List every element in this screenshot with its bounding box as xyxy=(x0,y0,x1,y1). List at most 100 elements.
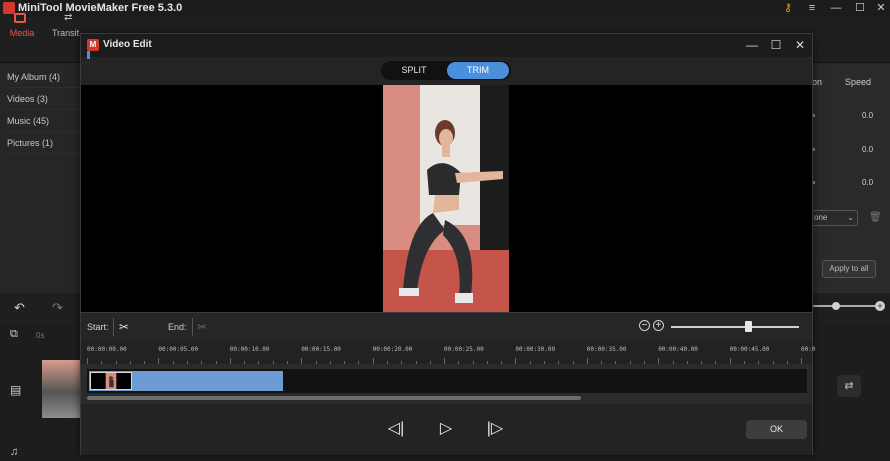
zoom-out-icon[interactable]: − xyxy=(639,320,650,331)
horizontal-scrollbar[interactable] xyxy=(87,396,581,400)
ruler-tick xyxy=(586,358,588,364)
ruler-tick xyxy=(301,358,303,364)
ruler-tick xyxy=(358,361,360,364)
ruler-tick xyxy=(401,361,403,364)
scissors-icon[interactable]: ✂ xyxy=(117,320,131,334)
ruler-tick xyxy=(729,358,731,364)
ruler-tick xyxy=(444,358,445,364)
ruler-tick-label: 00:00:45.00 xyxy=(729,346,770,353)
key-icon[interactable]: ⚷ xyxy=(781,1,795,15)
ruler-tick xyxy=(501,361,503,364)
ruler-tick xyxy=(115,361,117,364)
ruler-tick xyxy=(701,361,703,364)
transition-slot-icon[interactable]: ⇄ xyxy=(837,375,861,397)
ruler-tick xyxy=(344,361,346,364)
ruler-tick xyxy=(515,358,517,364)
video-edit-dialog: M Video Edit — ☐ ✕ SPLIT TRIM Start: ✂ E… xyxy=(80,33,815,455)
redo-icon[interactable]: ↷ xyxy=(52,300,63,316)
tab-speed[interactable]: Speed xyxy=(845,77,871,87)
maximize-icon[interactable]: ☐ xyxy=(769,38,783,52)
ruler-tick xyxy=(801,358,802,364)
ruler-tick xyxy=(101,361,103,364)
ruler-tick xyxy=(529,361,531,364)
video-frame-image xyxy=(383,85,509,312)
tab-partial[interactable]: on xyxy=(812,77,822,87)
minimize-icon[interactable]: — xyxy=(829,1,843,15)
time-ruler: 00:00:00.00 00:00:05.00 00:00:10.00 00:00:1… xyxy=(81,340,815,364)
ruler-tick xyxy=(472,361,474,364)
maximize-icon[interactable]: ☐ xyxy=(853,1,867,15)
ruler-tick-label: 00:00:15.00 xyxy=(301,346,341,353)
menu-icon[interactable]: ≡ xyxy=(805,1,819,15)
minimize-icon[interactable]: — xyxy=(745,38,759,52)
ruler-tick-label: 00:00:30.00 xyxy=(515,346,556,353)
ruler-tick xyxy=(258,361,260,364)
filter-select[interactable]: one ⌄ xyxy=(812,210,858,226)
playback-controls: ◁| ▷ |▷ OK xyxy=(81,404,812,455)
trim-controls: Start: ✂ End: ✂ − + xyxy=(81,312,812,340)
zoom-in-icon[interactable]: + xyxy=(653,320,664,331)
play-icon[interactable]: ▷ xyxy=(435,418,457,440)
app-window: MiniTool MovieMaker Free 5.3.0 ⚷ ≡ — ☐ ✕… xyxy=(0,0,890,461)
chevron-down-icon: ⌄ xyxy=(847,213,854,222)
ruler-tick xyxy=(672,361,674,364)
ruler-tick xyxy=(415,361,417,364)
ruler-tick xyxy=(158,358,160,364)
tab-transition[interactable]: Transit xyxy=(52,28,79,38)
ruler-tick xyxy=(715,361,717,364)
video-track-icon: ▤ xyxy=(10,383,22,397)
ruler-tick xyxy=(329,361,331,364)
sidebar-item-pictures[interactable]: Pictures (1) xyxy=(7,138,79,154)
playhead[interactable] xyxy=(87,51,90,59)
apply-to-all-button[interactable]: Apply to all xyxy=(822,260,876,278)
ok-button[interactable]: OK xyxy=(746,420,807,439)
ruler-tick xyxy=(372,358,374,364)
ruler-tick xyxy=(215,361,217,364)
video-preview xyxy=(81,85,812,312)
zoom-slider-thumb[interactable] xyxy=(744,321,752,332)
ruler-tick xyxy=(758,361,760,364)
timeline-time-label: 0s xyxy=(36,331,45,340)
trash-icon[interactable]: 🗑 xyxy=(869,212,882,223)
add-track-icon[interactable]: ⧉ xyxy=(10,328,18,341)
ruler-tick xyxy=(229,358,231,364)
end-label: End: xyxy=(168,322,187,332)
ruler-tick xyxy=(786,361,788,364)
app-title: MiniTool MovieMaker Free 5.3.0 xyxy=(18,2,183,14)
mode-bar: SPLIT TRIM xyxy=(81,57,812,85)
split-mode-button[interactable]: SPLIT xyxy=(383,62,445,79)
timeline-zoom-thumb[interactable] xyxy=(832,302,840,310)
zoom-slider-track[interactable] xyxy=(671,326,799,328)
ruler-tick-label: 00:00:25.00 xyxy=(444,346,484,353)
ruler-tick xyxy=(615,361,617,364)
trim-selection[interactable] xyxy=(89,371,283,391)
next-frame-icon[interactable]: |▷ xyxy=(484,418,506,440)
trim-mode-button[interactable]: TRIM xyxy=(447,62,509,79)
tab-media[interactable]: Media xyxy=(4,28,40,38)
music-track-icon: ♫ xyxy=(10,446,19,458)
ruler-tick xyxy=(772,361,774,364)
timeline-zoom-track[interactable] xyxy=(813,305,883,307)
select-value: one xyxy=(814,213,828,222)
ruler-tick xyxy=(172,361,174,364)
close-icon[interactable]: ✕ xyxy=(793,38,807,52)
divider xyxy=(192,318,193,336)
sidebar-item-my-album[interactable]: My Album (4) xyxy=(7,72,79,88)
folder-icon xyxy=(14,13,26,23)
ruler-tick-label: 00:00:20.00 xyxy=(372,346,413,353)
app-logo-icon xyxy=(3,2,15,14)
previous-frame-icon[interactable]: ◁| xyxy=(385,418,407,440)
ruler-tick xyxy=(87,358,88,364)
ruler-tick xyxy=(629,361,631,364)
ruler-tick xyxy=(572,361,574,364)
undo-icon[interactable]: ↶ xyxy=(14,300,25,316)
scissors-icon[interactable]: ✂ xyxy=(195,320,209,334)
zoom-in-icon[interactable]: + xyxy=(875,301,885,311)
ruler-tick xyxy=(129,361,131,364)
ruler-tick xyxy=(686,361,688,364)
sidebar-item-videos[interactable]: Videos (3) xyxy=(7,94,79,110)
timeline-clip-thumbnail[interactable] xyxy=(42,360,82,418)
sidebar-item-music[interactable]: Music (45) xyxy=(7,116,79,132)
ruler-tick xyxy=(544,361,545,364)
close-icon[interactable]: ✕ xyxy=(874,1,888,15)
